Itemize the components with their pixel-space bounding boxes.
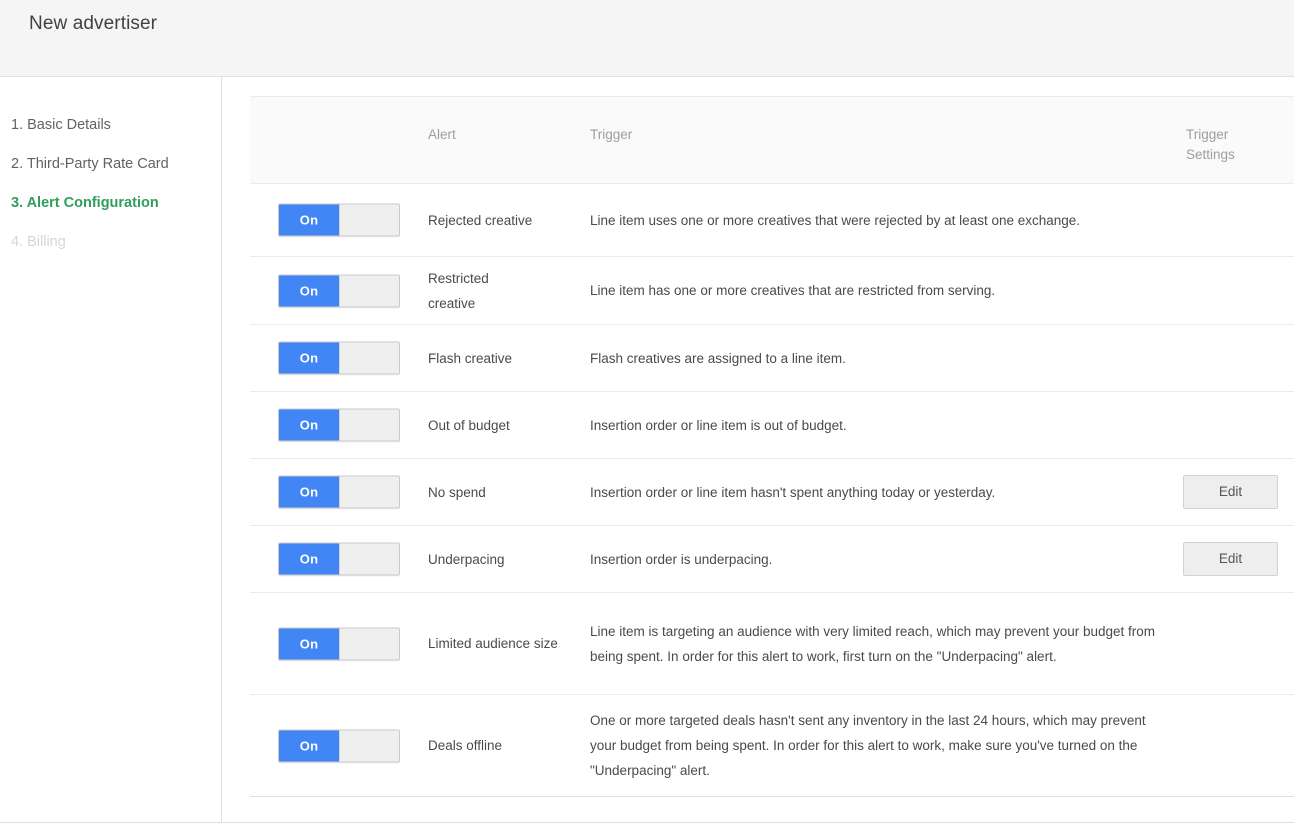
column-header-alert: Alert [428,127,456,142]
alert-trigger-description: One or more targeted deals hasn't sent a… [590,713,1146,778]
toggle-on-label: On [279,204,339,236]
toggle-off-track [339,409,399,441]
table-header-row: Alert Trigger Trigger Settings [250,96,1294,184]
alert-trigger-description: Insertion order or line item hasn't spen… [590,484,996,500]
toggle-off-track [339,342,399,374]
sidebar-item-basic-details[interactable]: 1. Basic Details [0,106,222,145]
alert-trigger-description: Insertion order or line item is out of b… [590,417,847,433]
alert-name: Limited audience size [428,636,558,651]
alert-toggle-cell: On [278,341,400,375]
toggle-on-label: On [279,476,339,508]
table-row: On Limited audience size Line item is ta… [250,593,1294,695]
page-header: New advertiser [0,0,1294,77]
alert-trigger-description: Line item has one or more creatives that… [590,283,996,298]
sidebar-item-third-party-rate-card[interactable]: 2. Third-Party Rate Card [0,145,222,184]
toggle-off-track [339,628,399,659]
alert-toggle-cell: On [278,475,400,509]
page-title: New advertiser [29,13,158,34]
alert-name: Underpacing [428,551,505,567]
table-row: On Rejected creative Line item uses one … [250,184,1294,257]
toggle-off-track [339,543,399,575]
column-header-trigger-settings-line1: Trigger [1186,127,1229,142]
alert-name: Out of budget [428,417,510,433]
alert-toggle-switch[interactable]: On [278,542,400,576]
alert-trigger-description: Insertion order is underpacing. [590,551,773,567]
alert-toggle-cell: On [278,542,400,576]
alert-toggle-switch[interactable]: On [278,729,400,762]
alert-settings-cell: Edit [1183,542,1293,576]
toggle-on-label: On [279,628,339,659]
alert-settings-cell: Edit [1183,475,1293,509]
alert-trigger-description: Line item uses one or more creatives tha… [590,212,1081,228]
toggle-off-track [339,204,399,236]
column-header-trigger-settings-line2: Settings [1186,147,1235,162]
alert-name: Flash creative [428,350,513,366]
toggle-on-label: On [279,543,339,575]
wizard-step-list: 1. Basic Details 2. Third-Party Rate Car… [0,106,222,262]
alert-toggle-cell: On [278,203,400,237]
alert-toggle-switch[interactable]: On [278,203,400,237]
table-row: On Underpacing Insertion order is underp… [250,526,1294,593]
sidebar-item-billing: 4. Billing [11,234,66,250]
alert-toggle-switch[interactable]: On [278,627,400,660]
alerts-table: Alert Trigger Trigger Settings On Reject… [250,96,1294,797]
toggle-on-label: On [279,730,339,761]
alert-name: Rejected creative [428,212,533,228]
alert-toggle-switch[interactable]: On [278,274,400,307]
wizard-sidebar: 1. Basic Details 2. Third-Party Rate Car… [0,77,222,822]
table-row: On Flash creative Flash creatives are as… [250,325,1294,392]
toggle-off-track [339,476,399,508]
toggle-on-label: On [279,342,339,374]
toggle-on-label: On [279,275,339,306]
alert-toggle-switch[interactable]: On [278,408,400,442]
alert-toggle-switch[interactable]: On [278,475,400,509]
alert-name: No spend [428,484,486,500]
toggle-off-track [339,275,399,306]
alert-trigger-description: Line item is targeting an audience with … [590,623,1156,664]
table-row: On Out of budget Insertion order or line… [250,392,1294,459]
edit-trigger-settings-button[interactable]: Edit [1183,475,1278,509]
page-bottom-divider [0,822,1294,823]
alert-trigger-description: Flash creatives are assigned to a line i… [590,350,846,366]
column-header-trigger: Trigger [590,127,633,142]
column-header-trigger-settings: Trigger Settings [1186,125,1276,165]
sidebar-item-alert-configuration[interactable]: 3. Alert Configuration [0,184,222,223]
table-row: On Restricted creative Line item has one… [250,257,1294,325]
edit-trigger-settings-button[interactable]: Edit [1183,542,1278,576]
alert-toggle-cell: On [278,408,400,442]
alert-name: Restricted creative [428,270,489,311]
toggle-off-track [339,730,399,761]
toggle-on-label: On [279,409,339,441]
alert-toggle-switch[interactable]: On [278,341,400,375]
alert-configuration-panel: Alert Trigger Trigger Settings On Reject… [223,77,1294,822]
alert-toggle-cell: On [278,274,400,307]
table-row: On No spend Insertion order or line item… [250,459,1294,526]
table-row: On Deals offline One or more targeted de… [250,695,1294,797]
page-body: 1. Basic Details 2. Third-Party Rate Car… [0,77,1294,822]
new-advertiser-wizard: New advertiser 1. Basic Details 2. Third… [0,0,1294,830]
alert-toggle-cell: On [278,627,400,660]
alert-name: Deals offline [428,738,503,753]
alert-toggle-cell: On [278,729,400,762]
